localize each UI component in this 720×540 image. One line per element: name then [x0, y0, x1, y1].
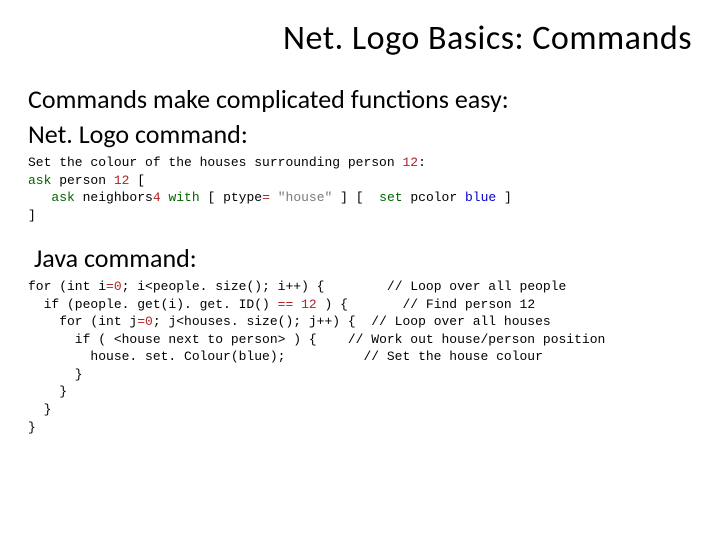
- jv-line1: for (int i=0; i<people. size(); i++) { /…: [28, 279, 566, 294]
- jv-line5: house. set. Colour(blue); // Set the hou…: [28, 349, 543, 364]
- nl-line2: ask person 12 [: [28, 173, 145, 188]
- nl-line4: ]: [28, 208, 36, 223]
- slide: Net. Logo Basics: Commands Commands make…: [0, 0, 720, 540]
- java-code-block: for (int i=0; i<people. size(); i++) { /…: [28, 278, 692, 436]
- intro-line-1: Commands make complicated functions easy…: [28, 83, 692, 116]
- intro-line-2: Net. Logo command:: [28, 118, 692, 151]
- jv-line6: }: [28, 367, 83, 382]
- nl-line1: Set the colour of the houses surrounding…: [28, 155, 426, 170]
- nl-line3: ask neighbors4 with [ ptype= "house" ] […: [28, 190, 512, 205]
- jv-line9: }: [28, 420, 36, 435]
- jv-line3: for (int j=0; j<houses. size(); j++) { /…: [28, 314, 551, 329]
- netlogo-code-block: Set the colour of the houses surrounding…: [28, 154, 692, 224]
- jv-line8: }: [28, 402, 51, 417]
- jv-line7: }: [28, 384, 67, 399]
- jv-line2: if (people. get(i). get. ID() == 12 ) { …: [28, 297, 535, 312]
- jv-line4: if ( <house next to person> ) { // Work …: [28, 332, 605, 347]
- java-section-label: Java command:: [34, 242, 692, 274]
- slide-title: Net. Logo Basics: Commands: [28, 18, 692, 59]
